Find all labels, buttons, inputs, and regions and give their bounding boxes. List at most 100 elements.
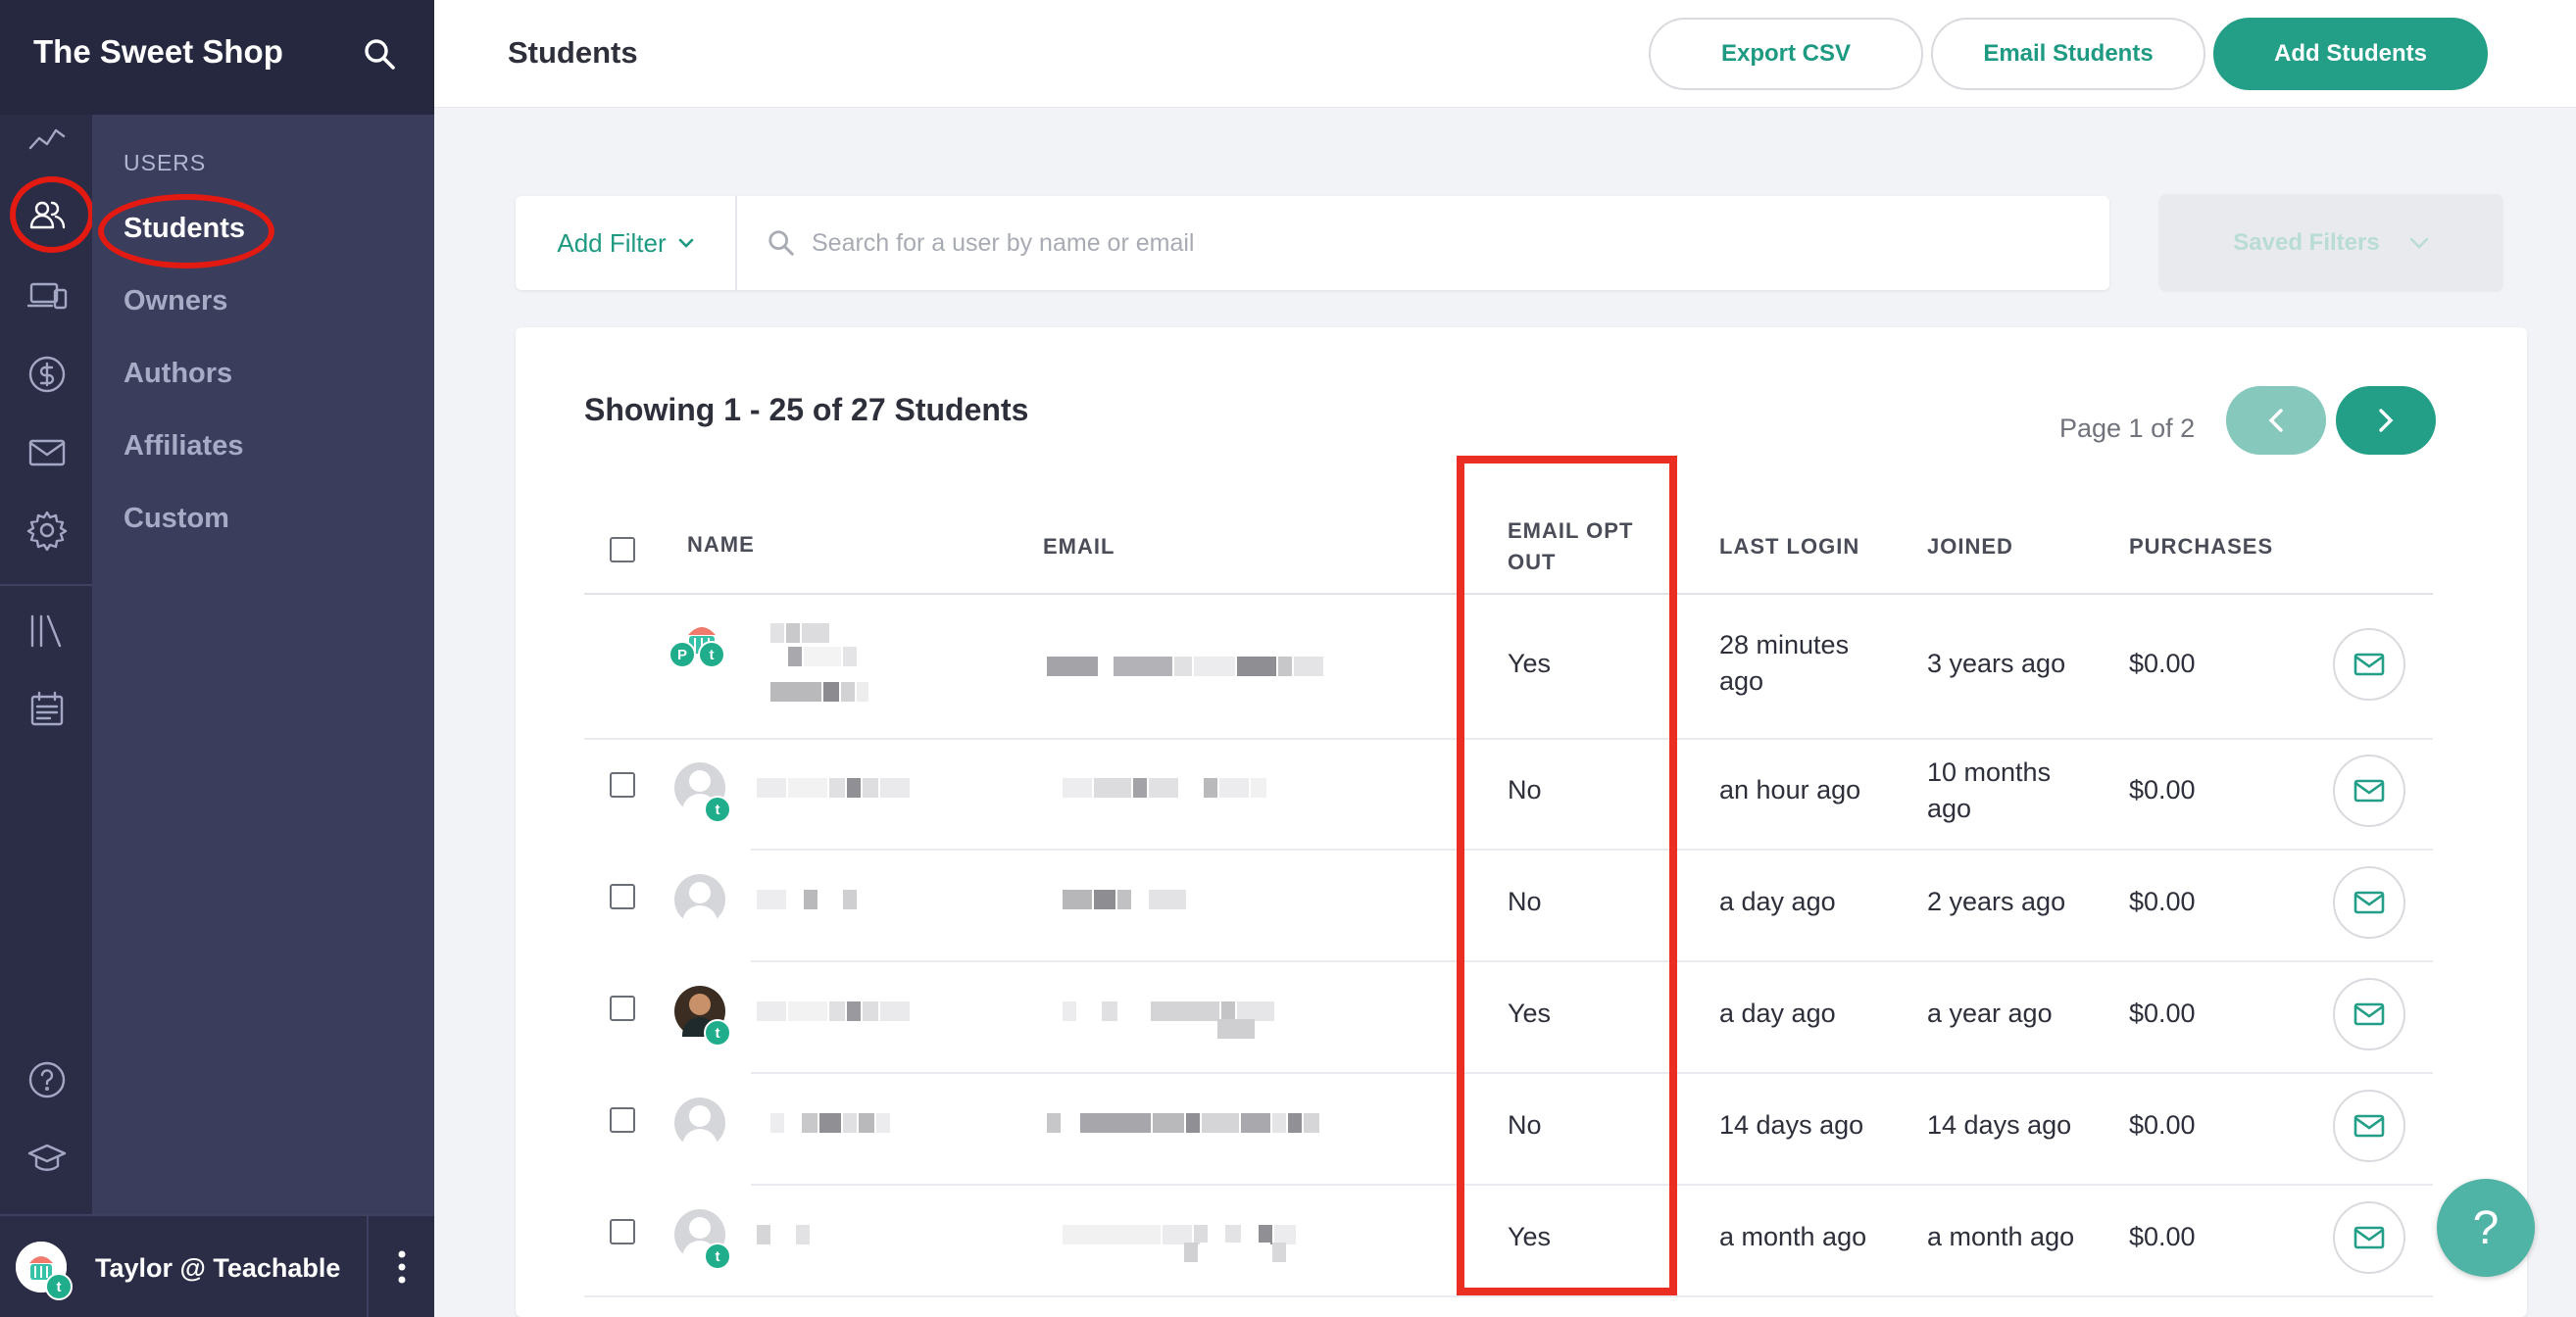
cell-last-login: a day ago	[1719, 999, 1836, 1028]
search-icon	[768, 230, 794, 256]
cell-joined: 3 years ago	[1927, 649, 2066, 678]
teachable-badge-icon: t	[704, 796, 731, 823]
avatar: t	[674, 762, 731, 823]
col-header-last-login[interactable]: LAST LOGIN	[1719, 531, 1859, 562]
saved-filters-dropdown[interactable]: Saved Filters	[2158, 194, 2503, 292]
redacted-name	[757, 890, 859, 909]
showing-count: Showing 1 - 25 of 27 Students	[584, 392, 1029, 427]
cell-last-login: an hour ago	[1719, 775, 1861, 805]
col-header-joined[interactable]: JOINED	[1927, 531, 2013, 562]
cell-purchases: $0.00	[2129, 1110, 2196, 1140]
mail-icon[interactable]	[25, 431, 69, 474]
cell-purchases: $0.00	[2129, 1222, 2196, 1251]
user-footer: t Taylor @ Teachable	[0, 1214, 434, 1317]
add-students-button[interactable]: Add Students	[2213, 18, 2488, 90]
avatar	[674, 874, 725, 925]
cell-purchases: $0.00	[2129, 649, 2196, 678]
cell-purchases: $0.00	[2129, 999, 2196, 1028]
cell-last-login: 28 minutes ago	[1719, 627, 1849, 700]
redacted-email	[1047, 657, 1325, 676]
help-icon[interactable]	[25, 1058, 69, 1101]
cell-joined: 14 days ago	[1927, 1110, 2072, 1140]
cell-joined-line1: 10 months	[1927, 757, 2052, 787]
sidebar-item-authors[interactable]: Authors	[124, 358, 232, 390]
next-page-button[interactable]	[2336, 386, 2436, 455]
row-checkbox[interactable]	[610, 772, 635, 798]
col-header-name[interactable]: NAME	[687, 529, 755, 561]
analytics-icon[interactable]	[25, 118, 69, 161]
row-divider	[584, 1295, 2433, 1297]
mail-icon	[2353, 1114, 2385, 1138]
redacted-name	[757, 1225, 812, 1244]
gear-icon[interactable]	[25, 509, 69, 552]
email-student-button[interactable]	[2333, 1201, 2405, 1274]
email-student-button[interactable]	[2333, 1090, 2405, 1162]
cell-joined: 10 months ago	[1927, 755, 2051, 827]
cell-joined: 2 years ago	[1927, 887, 2066, 916]
row-checkbox[interactable]	[610, 996, 635, 1021]
chevron-down-icon	[2409, 237, 2429, 249]
prev-page-button[interactable]	[2226, 386, 2326, 455]
sidebar-item-owners[interactable]: Owners	[124, 285, 227, 317]
email-student-button[interactable]	[2333, 755, 2405, 827]
redacted-name	[757, 778, 912, 798]
col-header-purchases[interactable]: PURCHASES	[2129, 531, 2273, 562]
avatar: t	[674, 1209, 731, 1270]
library-icon[interactable]	[25, 610, 69, 653]
sidebar-item-custom[interactable]: Custom	[124, 503, 229, 535]
sidebar-item-affiliates[interactable]: Affiliates	[124, 430, 243, 463]
subnav-heading: USERS	[124, 150, 207, 175]
export-csv-button[interactable]: Export CSV	[1649, 18, 1923, 90]
cell-last-login: a month ago	[1719, 1222, 1867, 1251]
teachable-badge-icon: t	[698, 641, 725, 668]
chevron-down-icon	[678, 238, 693, 248]
email-student-button[interactable]	[2333, 628, 2405, 701]
redacted-name	[770, 1113, 892, 1133]
avatar[interactable]: t	[16, 1242, 73, 1300]
select-all-checkbox[interactable]	[610, 537, 635, 562]
devices-icon[interactable]	[25, 275, 69, 318]
search-icon[interactable]	[363, 37, 396, 71]
cell-last-login-line1: 28 minutes	[1719, 630, 1850, 659]
avatar	[674, 1098, 725, 1148]
highlight-email-opt-out-column	[1457, 456, 1677, 1295]
add-filter-button[interactable]: Add Filter	[516, 196, 737, 290]
redacted-email	[1184, 1243, 1288, 1262]
search-input[interactable]	[812, 228, 2086, 258]
row-checkbox[interactable]	[610, 884, 635, 909]
saved-filters-label: Saved Filters	[2233, 229, 2380, 256]
brand-name[interactable]: The Sweet Shop	[33, 33, 283, 71]
search-wrap	[737, 196, 2109, 290]
email-students-button[interactable]: Email Students	[1931, 18, 2205, 90]
page-info: Page 1 of 2	[2059, 414, 2196, 443]
dollar-icon[interactable]	[25, 353, 69, 396]
cell-purchases: $0.00	[2129, 887, 2196, 916]
kebab-menu-icon[interactable]	[367, 1216, 434, 1317]
mail-icon	[2353, 1002, 2385, 1026]
highlight-students-item	[98, 194, 274, 268]
redacted-email	[1063, 778, 1268, 798]
user-name[interactable]: Taylor @ Teachable	[95, 1253, 340, 1284]
mail-icon	[2353, 653, 2385, 676]
cell-joined-line2: ago	[1927, 794, 1972, 823]
redacted-email	[1063, 1225, 1298, 1244]
help-button[interactable]: ?	[2437, 1179, 2535, 1277]
redacted-email	[1217, 1019, 1257, 1039]
redacted-name	[770, 682, 870, 702]
cell-joined: a year ago	[1927, 999, 2053, 1028]
row-checkbox[interactable]	[610, 1107, 635, 1133]
teachable-badge-icon: t	[45, 1273, 73, 1300]
email-student-button[interactable]	[2333, 866, 2405, 939]
users-subnav: USERS Students Owners Authors Affiliates…	[92, 115, 434, 1214]
email-student-button[interactable]	[2333, 978, 2405, 1050]
teachable-badge-icon: t	[704, 1019, 731, 1047]
highlight-users-icon	[10, 176, 94, 253]
brand-bar: The Sweet Shop	[0, 0, 434, 115]
teachable-badge-icon: t	[704, 1243, 731, 1270]
graduation-cap-icon[interactable]	[25, 1137, 69, 1180]
calendar-icon[interactable]	[25, 688, 69, 731]
chevron-right-icon	[2379, 409, 2394, 432]
row-checkbox[interactable]	[610, 1219, 635, 1244]
rail-divider	[0, 584, 92, 586]
col-header-email[interactable]: EMAIL	[1043, 531, 1115, 562]
